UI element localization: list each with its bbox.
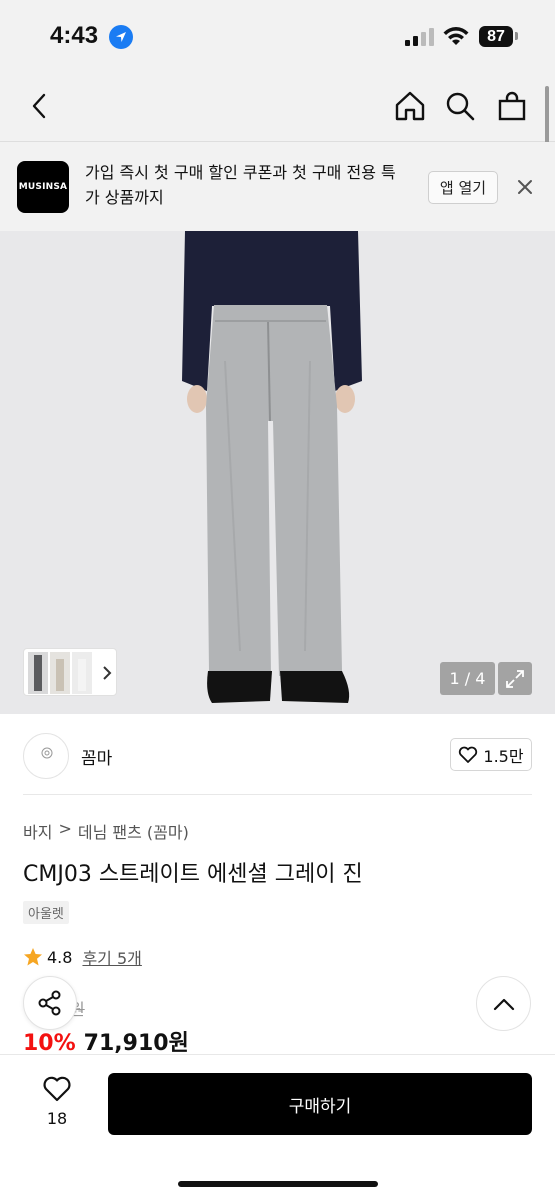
heart-icon [459, 746, 478, 763]
wishlist-count: 18 [46, 1109, 68, 1128]
wifi-icon [443, 27, 469, 45]
product-photo-jeans [0, 231, 555, 714]
search-icon [446, 92, 475, 121]
home-indicator [178, 1181, 378, 1187]
app-install-banner: MUSINSA 가입 즉시 첫 구매 할인 쿠폰과 첫 구매 전용 특가 상품까… [0, 142, 555, 231]
breadcrumb-subcategory[interactable]: 데님 팬츠 (꼼마) [78, 819, 189, 843]
breadcrumb-category[interactable]: 바지 [23, 819, 52, 843]
cellular-signal-icon [405, 28, 434, 46]
image-counter: 1 / 4 [440, 662, 495, 695]
brand-row[interactable]: 꼼마 1.5만 [0, 714, 555, 794]
share-button[interactable] [23, 976, 77, 1030]
home-icon [395, 91, 425, 121]
divider [23, 794, 532, 795]
product-title: CMJ03 스트레이트 에센셜 그레이 진 [23, 862, 363, 887]
thumbnail-images [28, 652, 112, 694]
review-link[interactable]: 후기 5개 [82, 945, 141, 969]
bottom-purchase-bar: 18 구매하기 [0, 1054, 555, 1200]
scroll-top-button[interactable] [476, 976, 531, 1031]
breadcrumb: 바지 > 데님 팬츠 (꼼마) [23, 819, 189, 843]
status-bar: 4:43 87 [0, 0, 555, 70]
back-icon [32, 93, 46, 119]
open-app-button[interactable]: 앱 열기 [428, 171, 498, 204]
top-navigation [0, 70, 555, 142]
thumbnail-strip[interactable] [23, 648, 117, 696]
star-icon [24, 948, 42, 966]
chevron-up-icon [493, 998, 514, 1010]
brand-like-count: 1.5만 [483, 746, 524, 766]
breadcrumb-separator: > [58, 819, 72, 838]
close-icon[interactable] [514, 176, 536, 198]
shopping-bag-icon [498, 91, 526, 121]
expand-image-button[interactable] [498, 662, 532, 695]
battery-tip [515, 32, 518, 40]
sale-price: 71,910원 [83, 1031, 189, 1056]
brand-like-button[interactable]: 1.5만 [450, 738, 532, 771]
product-image[interactable] [0, 231, 555, 714]
discount-rate: 10% [23, 1031, 76, 1056]
rating-value: 4.8 [47, 947, 73, 967]
ccoma-logo-icon [41, 747, 53, 759]
expand-icon [506, 669, 524, 688]
status-time: 4:43 [50, 22, 99, 49]
buy-button[interactable]: 구매하기 [108, 1073, 532, 1135]
wishlist-button[interactable]: 18 [32, 1075, 82, 1128]
search-button[interactable] [440, 86, 480, 126]
rating-row: 4.8 후기 5개 [23, 945, 142, 969]
outlet-tag: 아울렛 [23, 901, 69, 924]
brand-name[interactable]: 꼼마 [81, 744, 112, 769]
back-button[interactable] [20, 86, 60, 126]
battery-indicator: 87 [479, 26, 513, 47]
heart-icon [43, 1076, 71, 1102]
location-arrow-icon [109, 25, 133, 49]
musinsa-logo: MUSINSA [17, 161, 69, 213]
banner-message: 가입 즉시 첫 구매 할인 쿠폰과 첫 구매 전용 특가 상품까지 [85, 163, 396, 207]
share-icon [38, 990, 61, 1016]
home-button[interactable] [390, 86, 430, 126]
cart-button[interactable] [492, 86, 532, 126]
brand-logo[interactable] [23, 733, 69, 779]
